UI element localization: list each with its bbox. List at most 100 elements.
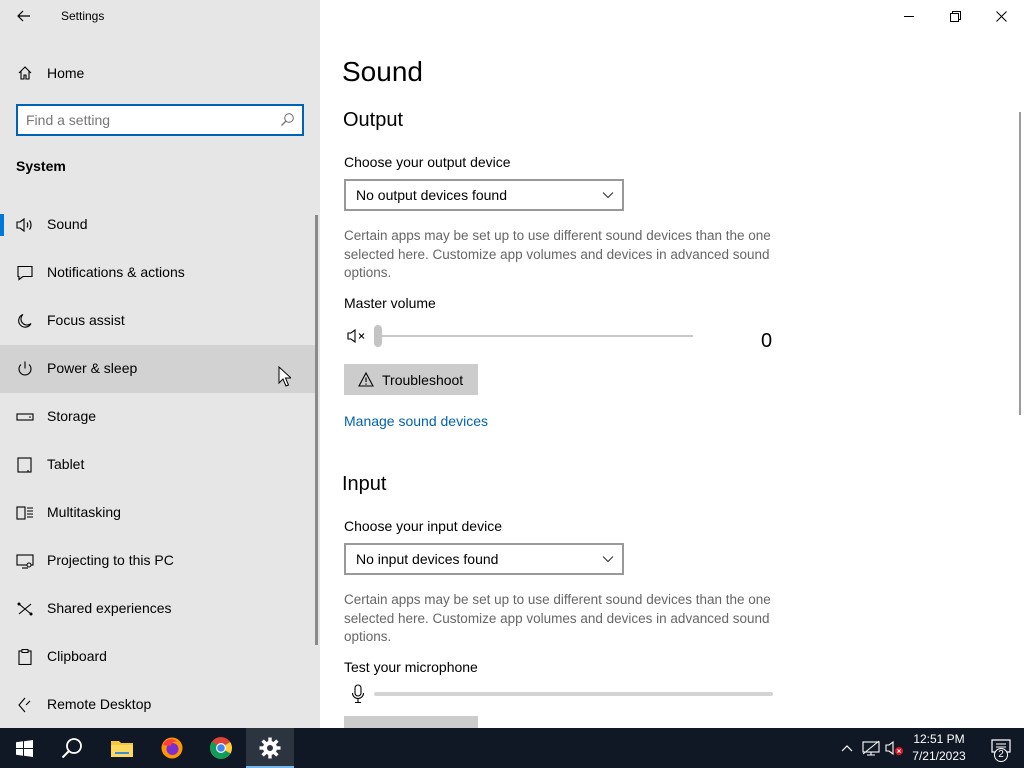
gear-icon	[259, 737, 281, 759]
sidebar-item-home[interactable]: Home	[0, 56, 320, 90]
speaker-icon	[16, 217, 32, 233]
microphone-icon	[351, 684, 365, 704]
sidebar-item-power-sleep[interactable]: Power & sleep	[0, 345, 316, 393]
back-arrow-icon	[17, 10, 30, 22]
projector-icon	[16, 554, 34, 569]
restore-button[interactable]	[932, 0, 978, 32]
remote-desktop-icon	[18, 697, 31, 713]
notification-count-badge: 2	[994, 748, 1008, 762]
taskbar-clock[interactable]: 12:51 PM 7/21/2023	[906, 731, 972, 765]
input-device-value: No input devices found	[356, 551, 499, 567]
firefox-icon	[161, 737, 183, 759]
sidebar-item-label: Notifications & actions	[47, 264, 185, 280]
taskbar-chrome[interactable]	[197, 728, 245, 768]
back-button[interactable]	[10, 4, 38, 28]
taskbar-search-button[interactable]	[48, 728, 96, 768]
muted-speaker-icon[interactable]	[347, 328, 367, 344]
clipboard-icon	[18, 649, 32, 665]
search-box[interactable]	[16, 104, 304, 136]
taskbar-settings[interactable]	[246, 728, 294, 768]
chevron-down-icon	[602, 556, 614, 563]
section-heading: System	[16, 158, 66, 174]
input-description: Certain apps may be set up to use differ…	[344, 592, 771, 644]
clock-time: 12:51 PM	[913, 732, 965, 746]
tablet-icon	[17, 457, 32, 473]
taskbar-file-explorer[interactable]	[98, 728, 146, 768]
output-description: Certain apps may be set up to use differ…	[344, 228, 771, 280]
windows-logo-icon	[15, 739, 33, 757]
clock-date: 7/21/2023	[912, 749, 966, 763]
sidebar-item-projecting[interactable]: Projecting to this PC	[0, 537, 316, 585]
warning-icon	[358, 372, 374, 387]
sidebar-item-label: Shared experiences	[47, 600, 172, 616]
sidebar-item-focus-assist[interactable]: Focus assist	[0, 297, 316, 345]
chevron-up-icon	[841, 745, 853, 752]
output-device-value: No output devices found	[356, 187, 507, 203]
sidebar-item-label: Remote Desktop	[47, 696, 152, 712]
home-icon	[18, 66, 32, 80]
message-icon	[17, 265, 33, 281]
master-volume-track[interactable]	[377, 335, 693, 337]
minimize-icon	[903, 15, 914, 17]
minimize-button[interactable]	[886, 0, 932, 32]
chrome-icon	[209, 737, 232, 759]
output-device-dropdown[interactable]: No output devices found	[344, 179, 624, 211]
main-scrollbar[interactable]	[1019, 112, 1021, 415]
shared-icon	[17, 602, 33, 616]
sidebar-item-label: Clipboard	[47, 648, 107, 664]
sidebar-item-label: Multitasking	[47, 504, 121, 520]
input-heading: Input	[342, 473, 387, 495]
restore-icon	[949, 10, 961, 22]
app-title: Settings	[61, 9, 105, 23]
sidebar-item-sound[interactable]: Sound	[0, 201, 316, 249]
sidebar-scrollbar[interactable]	[315, 215, 318, 645]
sidebar-item-label: Tablet	[47, 456, 85, 472]
sidebar-item-label: Projecting to this PC	[47, 552, 174, 568]
sidebar-item-storage[interactable]: Storage	[0, 393, 316, 441]
taskbar-firefox[interactable]	[148, 728, 196, 768]
troubleshoot-button[interactable]: Troubleshoot	[344, 364, 478, 395]
show-hidden-icons-button[interactable]	[838, 728, 856, 768]
taskbar: 12:51 PM 7/21/2023 2	[0, 728, 1024, 768]
search-icon	[281, 113, 294, 126]
folder-icon	[111, 741, 133, 757]
mouse-cursor-icon	[278, 366, 291, 387]
selection-indicator	[0, 214, 4, 236]
sidebar-item-shared-experiences[interactable]: Shared experiences	[0, 585, 316, 633]
volume-tray-button[interactable]	[884, 728, 906, 768]
input-device-dropdown[interactable]: No input devices found	[344, 543, 624, 575]
microphone-level-bar	[374, 692, 773, 696]
search-input[interactable]	[26, 110, 276, 130]
master-volume-label: Master volume	[344, 295, 436, 311]
chevron-down-icon	[602, 192, 614, 199]
sidebar-item-label: Focus assist	[47, 312, 125, 328]
sidebar-item-multitasking[interactable]: Multitasking	[0, 489, 316, 537]
sidebar-item-clipboard[interactable]: Clipboard	[0, 633, 316, 681]
sidebar-item-notifications[interactable]: Notifications & actions	[0, 249, 316, 297]
drive-icon	[16, 413, 34, 421]
sidebar-nav: Sound Notifications & actions Focus assi…	[0, 201, 320, 729]
main-content: Sound Output Choose your output device N…	[320, 0, 1024, 728]
settings-window: Settings Home System Sound Notifications…	[0, 0, 1024, 728]
window-controls	[886, 0, 1024, 32]
multitask-icon	[16, 506, 33, 520]
sidebar-item-remote-desktop[interactable]: Remote Desktop	[0, 681, 316, 729]
page-title: Sound	[342, 56, 423, 87]
test-microphone-label: Test your microphone	[344, 659, 478, 675]
master-volume-thumb[interactable]	[374, 325, 382, 347]
sidebar-item-label: Home	[47, 65, 85, 81]
action-center-button[interactable]: 2	[978, 728, 1024, 768]
title-bar: Settings	[0, 0, 320, 32]
output-device-label: Choose your output device	[344, 154, 511, 170]
sidebar-item-label: Sound	[47, 216, 88, 232]
close-button[interactable]	[978, 0, 1024, 32]
close-icon	[995, 10, 1007, 22]
start-button[interactable]	[0, 728, 48, 768]
output-heading: Output	[343, 109, 404, 131]
master-volume-value: 0	[761, 330, 773, 352]
start-test-button[interactable]	[344, 716, 478, 728]
moon-icon	[18, 313, 32, 328]
manage-sound-devices-link[interactable]: Manage sound devices	[344, 413, 488, 429]
network-tray-button[interactable]	[860, 728, 882, 768]
sidebar-item-tablet[interactable]: Tablet	[0, 441, 316, 489]
